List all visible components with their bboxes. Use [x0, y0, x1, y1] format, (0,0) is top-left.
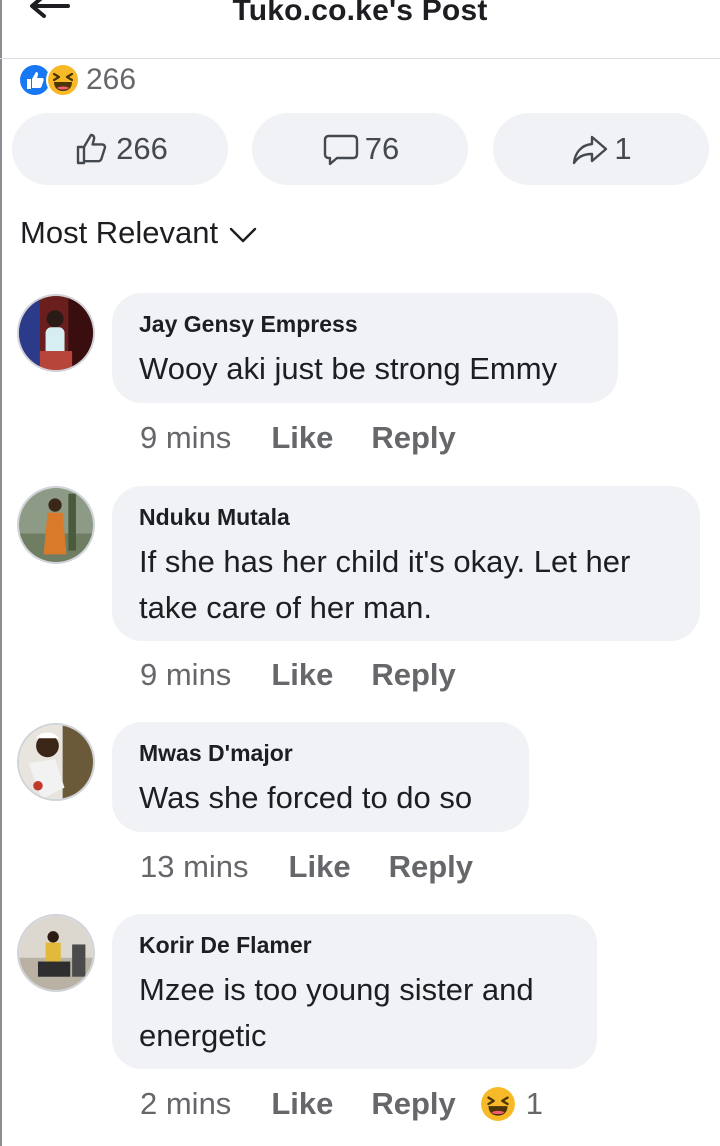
comment-like-button[interactable]: Like — [289, 849, 351, 885]
sort-label: Most Relevant — [20, 215, 219, 250]
haha-icon — [46, 63, 80, 97]
comment-reply-button[interactable]: Reply — [371, 1086, 455, 1122]
comment-reaction-badge[interactable]: 1 — [480, 1086, 543, 1122]
comment-reply-button[interactable]: Reply — [371, 657, 455, 693]
haha-icon — [480, 1087, 515, 1121]
thumbs-up-icon — [76, 133, 107, 165]
comment-bubble: Mwas D'major Was she forced to do so — [112, 722, 529, 832]
comment-bubble: Nduku Mutala If she has her child it's o… — [112, 486, 700, 641]
like-count: 266 — [116, 131, 168, 166]
comment-like-button[interactable]: Like — [271, 1086, 333, 1122]
comment-time[interactable]: 2 mins — [140, 1086, 231, 1122]
comment-text: Was she forced to do so — [139, 780, 473, 815]
avatar-photo — [19, 296, 93, 370]
avatar-photo — [19, 725, 93, 799]
comment-time[interactable]: 13 mins — [140, 849, 249, 885]
avatar-photo — [19, 916, 93, 990]
avatar[interactable] — [17, 914, 95, 992]
comment-time[interactable]: 9 mins — [140, 657, 231, 693]
comment-author[interactable]: Mwas D'major — [139, 740, 502, 767]
comment-author[interactable]: Jay Gensy Empress — [139, 311, 591, 338]
reaction-count: 266 — [86, 63, 137, 96]
comment-author[interactable]: Nduku Mutala — [139, 504, 673, 531]
comment-sort-dropdown[interactable]: Most Relevant — [20, 215, 258, 251]
comment-text: If she has her child it's okay. Let her … — [139, 544, 631, 625]
page-title: Tuko.co.ke's Post — [232, 0, 488, 27]
comment-author[interactable]: Korir De Flamer — [139, 932, 570, 959]
like-button[interactable]: 266 — [12, 113, 228, 185]
avatar-photo — [19, 488, 93, 562]
comment-meta: 13 mins Like Reply — [140, 849, 473, 885]
avatar[interactable] — [17, 486, 95, 564]
post-header: Tuko.co.ke's Post — [0, 0, 720, 59]
share-arrow-icon — [573, 135, 608, 165]
comment-time[interactable]: 9 mins — [140, 420, 231, 456]
share-count: 1 — [614, 131, 632, 166]
left-edge-rule — [0, 0, 2, 1146]
comment-reply-button[interactable]: Reply — [389, 849, 473, 885]
comment-text: Wooy aki just be strong Emmy — [139, 351, 558, 386]
avatar[interactable] — [17, 723, 95, 801]
comment-bubble: Jay Gensy Empress Wooy aki just be stron… — [112, 293, 618, 403]
comment-button[interactable]: 76 — [252, 113, 468, 185]
comment-bubble: Korir De Flamer Mzee is too young sister… — [112, 914, 597, 1069]
comment-bubble-icon — [323, 134, 358, 166]
comment-meta: 9 mins Like Reply — [140, 657, 456, 693]
comment-reaction-count: 1 — [525, 1086, 544, 1121]
comment-like-button[interactable]: Like — [271, 657, 333, 693]
avatar[interactable] — [17, 294, 95, 372]
chevron-down-icon — [229, 227, 257, 243]
share-button[interactable]: 1 — [493, 113, 709, 185]
post-actions: 266 76 1 — [12, 113, 709, 185]
comment-text: Mzee is too young sister and energetic — [139, 972, 534, 1053]
reaction-summary[interactable]: 266 — [18, 62, 136, 98]
comment-meta: 2 mins Like Reply 1 — [140, 1086, 543, 1122]
comment-count: 76 — [364, 131, 400, 166]
comment-meta: 9 mins Like Reply — [140, 420, 456, 456]
comment-reply-button[interactable]: Reply — [371, 420, 455, 456]
comment-like-button[interactable]: Like — [271, 420, 333, 456]
